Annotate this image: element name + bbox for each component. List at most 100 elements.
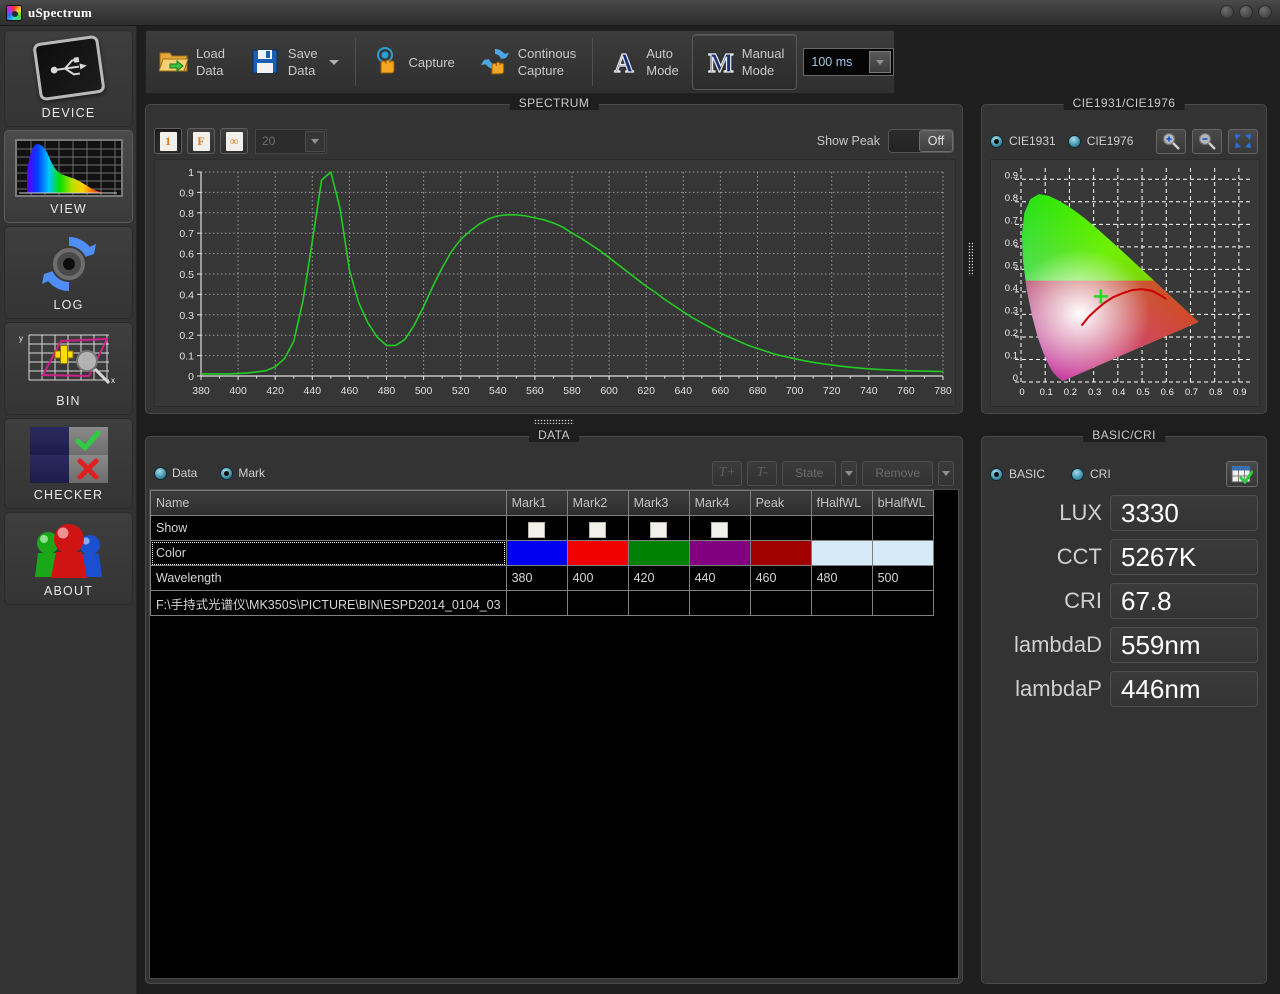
exposure-time-select[interactable]: 100 ms [803, 48, 894, 76]
auto-mode-button[interactable]: A Auto Mode [596, 34, 692, 90]
save-data-dropdown-arrow[interactable] [328, 59, 339, 65]
cie-chromaticity-chart[interactable]: 0 0 0.1 0.1 0.2 0.2 0.3 0.3 0.4 0.4 0.5 0.5 0.6 0.6 0.… [990, 159, 1260, 407]
column-header-mark4[interactable]: Mark4 [688, 490, 751, 516]
radio-cie1976-label[interactable]: CIE1976 [1087, 134, 1134, 148]
radio-data[interactable] [154, 466, 167, 480]
sidebar-item-view[interactable]: VIEW [4, 130, 133, 223]
svg-text:0.7: 0.7 [179, 228, 194, 240]
show-checkbox-cell[interactable] [505, 515, 568, 541]
state-dropdown-arrow[interactable] [841, 460, 858, 486]
table-header-row: Name Mark1 Mark2 Mark3 Mark4 Peak fHalfWL bHalf… [150, 490, 934, 516]
show-peak-toggle[interactable]: Off [888, 129, 954, 153]
column-header-peak[interactable]: Peak [749, 490, 812, 516]
svg-text:0.5: 0.5 [1136, 387, 1149, 398]
chevron-down-icon[interactable] [305, 130, 325, 152]
column-header-name[interactable]: Name [150, 490, 507, 516]
data-grid[interactable]: Name Mark1 Mark2 Mark3 Mark4 Peak fHalfWL bHalf… [149, 489, 959, 979]
fit-view-button[interactable] [1228, 128, 1258, 154]
state-button[interactable]: State [782, 460, 837, 486]
radio-cie1931[interactable] [990, 134, 1003, 148]
checkbox[interactable] [589, 521, 607, 538]
bin-chart-magnifier-icon: y x [17, 331, 121, 389]
column-header-mark1[interactable]: Mark1 [505, 490, 568, 516]
spectrum-chart-svg: 0 0.1 0.2 0.3 0.4 0.5 0.6 0.7 0.8 0.9 1 380 400 420 44… [179, 167, 952, 397]
metric-value: 446nm [1110, 671, 1258, 707]
svg-text:0.4: 0.4 [1112, 387, 1125, 398]
sidebar-item-device[interactable]: DEVICE [4, 30, 133, 127]
radio-cie1976[interactable] [1067, 134, 1081, 148]
zoom-in-button[interactable] [1156, 128, 1186, 154]
table-body: Show Color Wavelength 380 400 420 440 460 480 500… [150, 515, 934, 616]
table-row[interactable]: F:\手持式光谱仪\MK350S\PICTURE\BIN\ESPD2014_01… [150, 590, 934, 616]
frame-page-button[interactable]: F [187, 128, 215, 154]
column-header-mark2[interactable]: Mark2 [566, 490, 629, 516]
sidebar-item-label: BIN [56, 394, 81, 408]
auto-mode-label: Auto Mode [646, 46, 679, 78]
color-swatch-cell[interactable] [566, 540, 629, 566]
manual-mode-button[interactable]: M Manual Mode [691, 34, 798, 90]
value-cell: 480 [810, 565, 873, 591]
checkbox[interactable] [650, 521, 668, 538]
radio-cie1931-label[interactable]: CIE1931 [1009, 134, 1056, 148]
spectrum-chart[interactable]: 0 0.1 0.2 0.3 0.4 0.5 0.6 0.7 0.8 0.9 1 380 400 420 44… [154, 159, 956, 407]
text-increase-button[interactable]: T+ [712, 460, 743, 486]
show-checkbox-cell[interactable] [627, 515, 690, 541]
radio-data-label[interactable]: Data [172, 466, 197, 480]
open-folder-icon [158, 47, 189, 77]
sidebar-item-about[interactable]: ABOUT [4, 512, 133, 605]
radio-basic[interactable] [990, 467, 1003, 481]
horizontal-splitter[interactable] [145, 414, 963, 428]
vertical-splitter-top[interactable] [963, 104, 977, 414]
radio-mark-label[interactable]: Mark [238, 466, 265, 480]
chevron-down-icon[interactable] [868, 51, 891, 73]
svg-text:0.7: 0.7 [1005, 215, 1018, 226]
table-row[interactable]: Color [150, 540, 934, 566]
radio-cri[interactable] [1071, 467, 1085, 481]
maximize-button[interactable] [1239, 5, 1253, 19]
frame-page-glyph: F [192, 131, 210, 151]
show-checkbox-cell[interactable] [688, 515, 751, 541]
svg-text:640: 640 [675, 385, 693, 397]
text-increase-label: T+ [718, 465, 736, 480]
export-table-button[interactable] [1226, 461, 1258, 487]
color-swatch-cell[interactable] [871, 540, 934, 566]
continous-capture-button[interactable]: Continous Capture [468, 34, 590, 90]
sidebar-item-checker[interactable]: CHECKER [4, 418, 133, 509]
zoom-out-button[interactable] [1192, 128, 1222, 154]
save-data-button[interactable]: Save Data [238, 34, 352, 90]
color-swatch-cell[interactable] [688, 540, 751, 566]
remove-button[interactable]: Remove [862, 460, 933, 486]
checkbox[interactable] [711, 521, 729, 538]
infinite-page-button[interactable]: ∞ [220, 128, 248, 154]
sidebar-item-bin[interactable]: y x BIN [4, 322, 133, 415]
table-row[interactable]: Wavelength 380 400 420 440 460 480 500 [150, 565, 934, 591]
svg-text:0.6: 0.6 [179, 249, 194, 261]
color-swatch-cell[interactable] [749, 540, 812, 566]
load-data-button[interactable]: Load Data [146, 34, 238, 90]
capture-button[interactable]: Capture [359, 34, 468, 90]
radio-basic-label[interactable]: BASIC [1009, 467, 1045, 481]
metric-row-lambdad: lambdaD 559nm [990, 627, 1258, 663]
value-cell [688, 590, 751, 616]
radio-cri-label[interactable]: CRI [1090, 467, 1111, 481]
color-swatch-cell[interactable] [505, 540, 568, 566]
show-checkbox-cell[interactable] [566, 515, 629, 541]
column-header-bhalfwl[interactable]: bHalfWL [871, 490, 934, 516]
minimize-button[interactable] [1220, 5, 1234, 19]
text-decrease-button[interactable]: T- [747, 460, 778, 486]
average-count-select[interactable]: 20 [255, 128, 327, 154]
column-header-fhalfwl[interactable]: fHalfWL [810, 490, 873, 516]
color-swatch-cell[interactable] [627, 540, 690, 566]
metric-row-lux: LUX 3330 [990, 495, 1258, 531]
color-swatch-cell[interactable] [810, 540, 873, 566]
vertical-splitter-bottom[interactable] [963, 436, 977, 984]
checkbox[interactable] [528, 521, 546, 538]
remove-dropdown-arrow[interactable] [938, 460, 954, 486]
metric-label: CRI [1064, 588, 1102, 613]
sidebar-item-log[interactable]: LOG [4, 226, 133, 319]
table-row[interactable]: Show [150, 515, 934, 541]
column-header-mark3[interactable]: Mark3 [627, 490, 690, 516]
close-button[interactable] [1258, 5, 1272, 19]
radio-mark[interactable] [220, 466, 234, 480]
single-page-button[interactable]: 1 [154, 128, 182, 154]
